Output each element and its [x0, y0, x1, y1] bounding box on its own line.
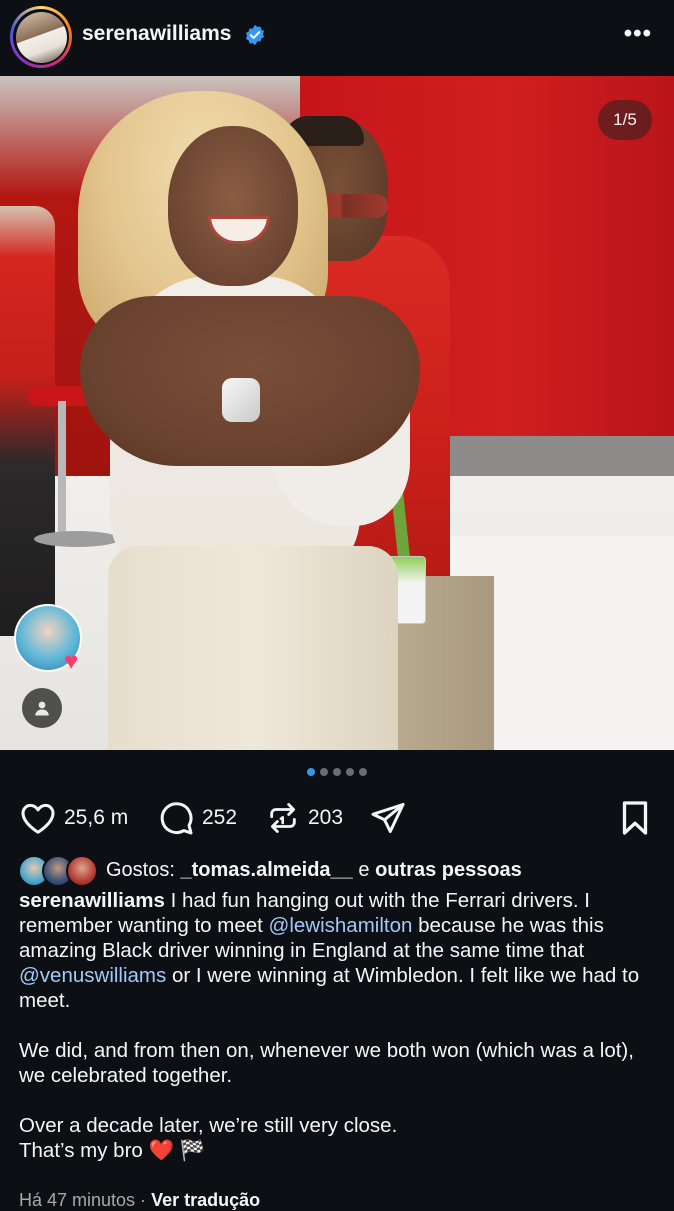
save-button[interactable] [618, 796, 652, 840]
carousel-indicator [0, 768, 674, 780]
comment-icon [160, 802, 193, 835]
caption-line: That’s my bro ❤️ 🏁 [19, 1139, 206, 1162]
profile-avatar[interactable] [10, 6, 72, 68]
user-icon [35, 701, 49, 716]
photo-stool-base [34, 531, 120, 547]
liker-avatars [18, 854, 98, 887]
mention-link[interactable]: @venuswilliams [19, 964, 166, 987]
caption-paragraph: serenawilliams I had fun hanging out wit… [19, 888, 659, 1013]
post-header: serenawilliams ••• [0, 0, 674, 76]
caption-paragraph: Over a decade later, we’re still very cl… [19, 1113, 659, 1163]
likes-count: 25,6 m [64, 806, 129, 829]
carousel-dot-active [307, 768, 315, 776]
caption-username[interactable]: serenawilliams [19, 889, 165, 912]
likes-conjunction: e [352, 858, 376, 881]
likes-others[interactable]: outras pessoas [375, 859, 522, 882]
repost-button[interactable]: 203 [266, 796, 343, 840]
carousel-dot [320, 768, 328, 776]
comment-button[interactable]: 252 [158, 796, 237, 840]
avatar-image [15, 11, 67, 63]
post-photo[interactable]: 1/5 ♥ [0, 76, 674, 750]
like-button[interactable]: 25,6 m [20, 796, 128, 840]
liker-avatar [66, 855, 98, 887]
action-bar: 25,6 m 252 203 [0, 796, 674, 840]
carousel-dot [359, 768, 367, 776]
photo-serena-face [168, 126, 298, 286]
post-footer: Há 47 minutos · Ver tradução [19, 1190, 260, 1211]
translate-link[interactable]: Ver tradução [151, 1190, 260, 1210]
bookmark-icon [622, 801, 648, 835]
photo-watch [222, 378, 260, 422]
heart-icon [21, 803, 55, 834]
heart-reaction-icon: ♥ [64, 648, 79, 675]
post-username[interactable]: serenawilliams [82, 22, 231, 46]
tagged-people-button[interactable] [22, 688, 62, 728]
caption-line: Over a decade later, we’re still very cl… [19, 1114, 398, 1137]
post-time: Há 47 minutos · [19, 1190, 152, 1210]
liker-username[interactable]: _tomas.almeida__ [180, 859, 352, 882]
comments-count: 252 [202, 806, 238, 829]
repost-icon [270, 803, 296, 833]
carousel-dot [346, 768, 354, 776]
carousel-dot [333, 768, 341, 776]
photo-serena-pants [108, 546, 398, 750]
post-caption: serenawilliams I had fun hanging out wit… [19, 888, 659, 1188]
photo-background-person [0, 206, 55, 636]
reposts-count: 203 [308, 806, 344, 829]
more-options-icon[interactable]: ••• [624, 22, 652, 46]
share-button[interactable] [370, 796, 406, 840]
likes-prefix: Gostos: [106, 858, 181, 881]
verified-badge-icon [245, 24, 265, 46]
avatar-inner [13, 9, 69, 65]
likes-summary[interactable]: Gostos: _tomas.almeida__ e outras pessoa… [18, 854, 522, 887]
send-icon [371, 803, 405, 833]
mention-link[interactable]: @lewishamilton [269, 914, 413, 937]
caption-paragraph: We did, and from then on, whenever we bo… [19, 1039, 634, 1087]
photo-stool-leg [58, 401, 66, 541]
carousel-counter: 1/5 [598, 100, 652, 140]
